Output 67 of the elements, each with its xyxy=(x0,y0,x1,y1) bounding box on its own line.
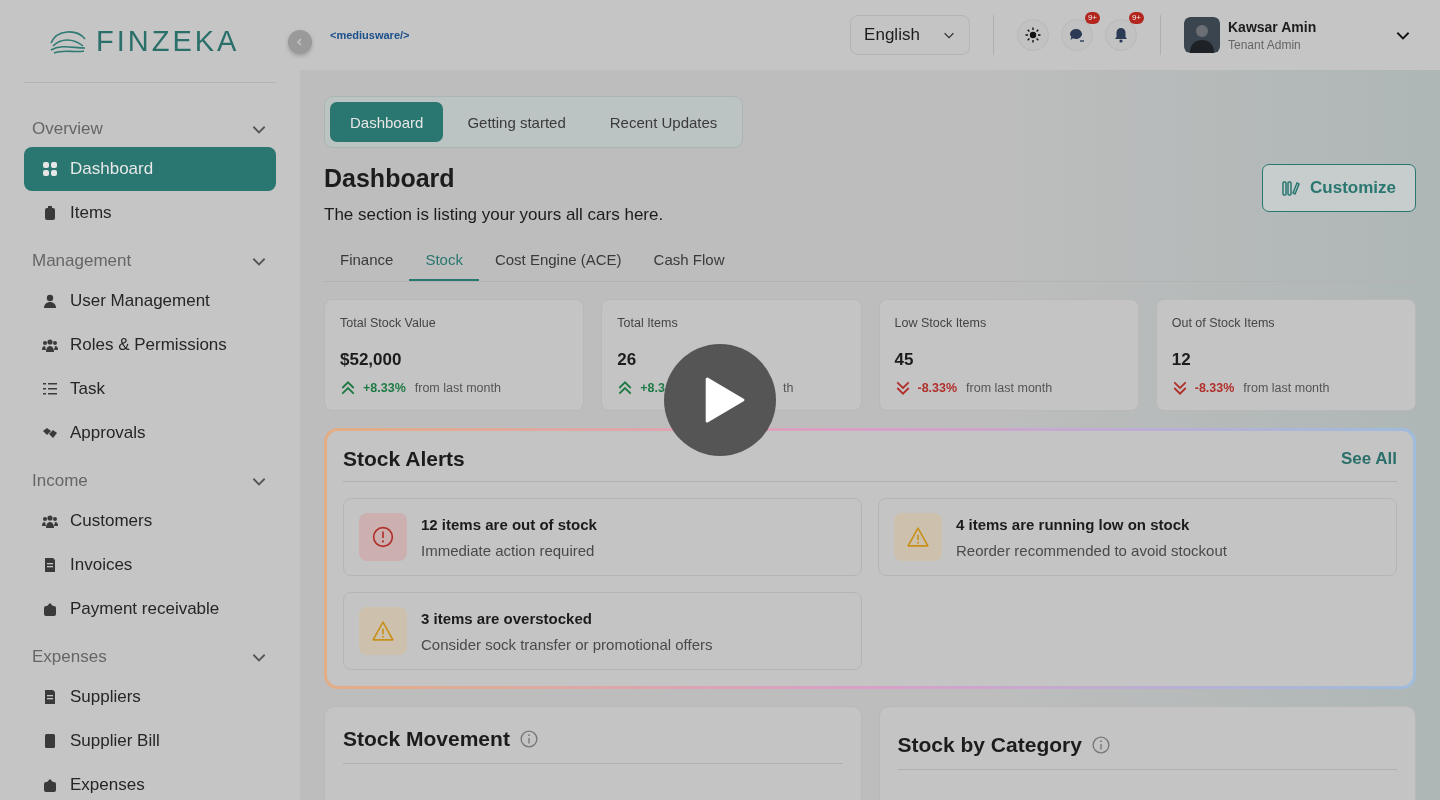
tab[interactable]: Cost Engine (ACE) xyxy=(478,239,638,281)
customize-icon xyxy=(1282,179,1301,197)
sidebar-item[interactable]: Approvals xyxy=(24,411,276,455)
stat-change: +8.3 xyxy=(640,381,665,395)
sidebar-item[interactable]: Items xyxy=(24,191,276,235)
stat-note: th xyxy=(783,381,794,395)
tab[interactable]: Cash Flow xyxy=(637,239,741,281)
logo: FINZEKA xyxy=(96,24,240,58)
alert-description: Immediate action required xyxy=(421,541,596,559)
info-icon[interactable] xyxy=(519,730,538,748)
tab[interactable]: Dashboard xyxy=(330,102,444,142)
alert-description: Consider sock transfer or promotional offers xyxy=(421,635,713,653)
info-icon[interactable] xyxy=(1091,736,1110,754)
stat-label: Total Items xyxy=(617,316,679,330)
sun-icon xyxy=(1025,27,1041,43)
partner-logo: <mediusware/> xyxy=(330,29,410,41)
theme-toggle-button[interactable] xyxy=(1017,19,1049,51)
stat-value: 12 xyxy=(1171,350,1192,370)
section-title: Stock Alerts xyxy=(343,447,465,471)
sidebar-item[interactable]: Dashboard xyxy=(24,147,276,191)
stat-label: Out of Stock Items xyxy=(1171,316,1276,330)
stat-note: from last month xyxy=(1243,381,1330,395)
sidebar-item[interactable]: User Management xyxy=(24,279,276,323)
page-subtitle: The section is listing your yours all cars here. xyxy=(324,205,664,225)
sidebar-item[interactable]: Roles & Permissions xyxy=(24,323,276,367)
chevron-left-icon xyxy=(295,37,305,47)
sidebar-item[interactable]: Expenses xyxy=(24,763,276,800)
alert-title: 4 items are running low on stock xyxy=(956,515,1191,533)
user-role: Tenant Admin xyxy=(1228,37,1302,52)
messages-button[interactable] xyxy=(1061,19,1093,51)
chat-icon xyxy=(1069,27,1085,43)
count-badge: 9+ xyxy=(1128,12,1144,24)
tab[interactable]: Getting started xyxy=(447,102,586,142)
count-badge: 9+ xyxy=(1084,12,1100,24)
stat-note: from last month xyxy=(966,381,1053,395)
sidebar-item[interactable]: Suppliers xyxy=(24,675,276,719)
sidebar-item[interactable]: Invoices xyxy=(24,543,276,587)
notifications-button[interactable] xyxy=(1105,19,1137,51)
panel-title: Stock Movement xyxy=(343,727,510,751)
stat-label: Total Stock Value xyxy=(340,316,437,330)
alert-description: Reorder recommended to avoid stockout xyxy=(956,541,1227,559)
alert-title: 3 items are overstocked xyxy=(421,609,593,627)
alert-item[interactable]: 3 items are overstocked Consider sock transfer or promotional offers xyxy=(343,592,862,670)
alert-title: 12 items are out of stock xyxy=(421,515,597,533)
sidebar-item[interactable]: Task xyxy=(24,367,276,411)
tab[interactable]: Finance xyxy=(324,239,410,281)
sidebar-item[interactable]: Payment receivable xyxy=(24,587,276,631)
sidebar-item[interactable]: Customers xyxy=(24,499,276,543)
page-title: Dashboard xyxy=(324,164,456,193)
user-name: Kawsar Amin xyxy=(1228,18,1318,35)
alert-item[interactable]: 12 items are out of stock Immediate action required xyxy=(343,498,862,576)
panel-title: Stock by Category xyxy=(897,733,1082,757)
stat-value: 45 xyxy=(894,350,915,370)
bell-icon xyxy=(1113,27,1129,43)
sidebar-item[interactable]: Supplier Bill xyxy=(24,719,276,763)
stat-note: from last month xyxy=(414,381,501,395)
stat-change: -8.33% xyxy=(1194,381,1235,395)
stat-change: +8.33% xyxy=(363,381,406,395)
play-icon xyxy=(703,377,745,423)
stat-value: 26 xyxy=(617,350,638,370)
stat-change: -8.33% xyxy=(917,381,958,395)
stat-label: Low Stock Items xyxy=(894,316,988,330)
alert-item[interactable]: 4 items are running low on stock Reorder recommended to avoid stockout xyxy=(878,498,1397,576)
language-select[interactable]: English xyxy=(850,15,970,55)
avatar xyxy=(1184,17,1220,53)
stat-value: $52,000 xyxy=(340,350,403,370)
tab[interactable]: Recent Updates xyxy=(589,102,738,142)
